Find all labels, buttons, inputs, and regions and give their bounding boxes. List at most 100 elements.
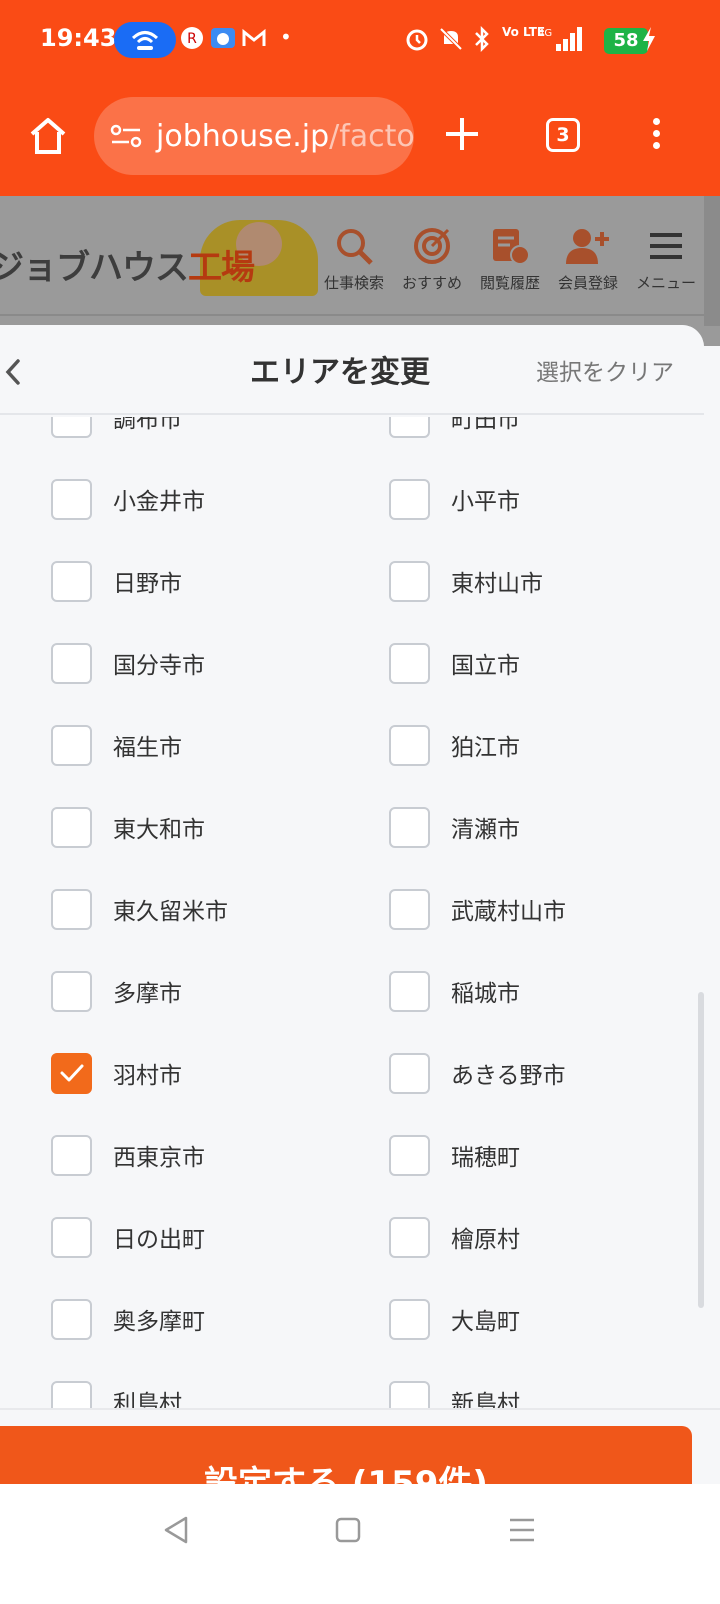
alarm-icon <box>404 26 430 60</box>
city-checkbox[interactable] <box>51 478 92 520</box>
nav-history[interactable]: 閲覧履歴 <box>470 222 550 293</box>
city-checkbox[interactable] <box>51 642 92 684</box>
city-checkbox[interactable] <box>51 1134 92 1176</box>
sheet-footer: 設定する (159件) <box>0 1408 720 1484</box>
city-name: 日野市 <box>113 571 182 597</box>
city-option[interactable]: 町田市 <box>389 417 520 458</box>
home-icon[interactable] <box>26 114 70 158</box>
clear-selection-button[interactable]: 選択をクリア <box>536 353 674 387</box>
search-icon <box>314 222 394 270</box>
site-logo[interactable]: ジョブハウス工場 <box>0 240 255 289</box>
city-name: 多摩市 <box>113 981 182 1007</box>
city-checkbox[interactable] <box>389 970 430 1012</box>
city-checkbox[interactable] <box>389 478 430 520</box>
city-name: 国立市 <box>451 653 520 679</box>
nav-recommend[interactable]: おすすめ <box>392 222 472 293</box>
status-bar: 19:43 R • Vo LTE 4G 58 <box>0 0 720 84</box>
city-checkbox[interactable] <box>51 1052 92 1094</box>
city-row: 小金井市 小平市 <box>0 458 704 540</box>
city-option[interactable]: 小平市 <box>389 458 520 540</box>
city-option[interactable]: 檜原村 <box>389 1196 520 1278</box>
target-icon <box>392 222 472 270</box>
city-checkbox[interactable] <box>389 1052 430 1094</box>
city-option[interactable]: あきる野市 <box>389 1032 566 1114</box>
city-checkbox[interactable] <box>389 888 430 930</box>
city-checkbox[interactable] <box>51 1298 92 1340</box>
city-option[interactable]: 瑞穂町 <box>389 1114 520 1196</box>
city-option[interactable]: 東村山市 <box>389 540 543 622</box>
city-option[interactable]: 武蔵村山市 <box>389 868 566 950</box>
city-checkbox[interactable] <box>51 1216 92 1258</box>
city-option[interactable]: 西東京市 <box>51 1114 205 1196</box>
city-checkbox[interactable] <box>51 417 92 438</box>
nav-menu[interactable]: メニュー <box>626 222 706 293</box>
city-name: 大島町 <box>451 1309 520 1335</box>
more-notifications-icon: • <box>280 25 292 49</box>
nav-recents-icon[interactable] <box>502 1510 542 1550</box>
city-option[interactable]: 小金井市 <box>51 458 205 540</box>
city-name: 武蔵村山市 <box>451 899 566 925</box>
city-checkbox[interactable] <box>389 1216 430 1258</box>
city-option[interactable]: 多摩市 <box>51 950 182 1032</box>
city-row: 多摩市 稲城市 <box>0 950 704 1032</box>
city-row: 日の出町 檜原村 <box>0 1196 704 1278</box>
url-text[interactable]: jobhouse.jp/facto <box>156 119 414 154</box>
city-checkbox[interactable] <box>389 1134 430 1176</box>
page-scrollbar <box>704 196 720 326</box>
hotspot-icon <box>114 22 176 58</box>
address-bar[interactable]: jobhouse.jp/facto <box>94 97 414 175</box>
svg-text:R: R <box>187 31 197 47</box>
city-option[interactable]: 清瀬市 <box>389 786 520 868</box>
list-scrollbar[interactable] <box>698 992 704 1308</box>
history-icon <box>470 222 550 270</box>
apply-button[interactable]: 設定する (159件) <box>0 1426 692 1484</box>
city-name: 清瀬市 <box>451 817 520 843</box>
city-option[interactable]: 狛江市 <box>389 704 520 786</box>
city-checkbox[interactable] <box>51 888 92 930</box>
new-tab-icon[interactable] <box>444 110 480 161</box>
city-option[interactable]: 国立市 <box>389 622 520 704</box>
nav-register[interactable]: 会員登録 <box>548 222 628 293</box>
city-checkbox[interactable] <box>389 724 430 766</box>
city-checkbox[interactable] <box>51 806 92 848</box>
city-checkbox[interactable] <box>389 560 430 602</box>
gmail-icon <box>242 26 266 56</box>
system-nav-bar <box>0 1484 720 1604</box>
city-option[interactable]: 奥多摩町 <box>51 1278 205 1360</box>
city-name: 町田市 <box>451 417 520 433</box>
mute-icon <box>438 26 464 60</box>
city-name: あきる野市 <box>451 1063 566 1089</box>
svg-text:4G: 4G <box>538 28 552 39</box>
city-option[interactable]: 日野市 <box>51 540 182 622</box>
city-option[interactable]: 日の出町 <box>51 1196 205 1278</box>
nav-back-icon[interactable] <box>156 1510 196 1550</box>
city-checkbox[interactable] <box>389 1298 430 1340</box>
city-option[interactable]: 大島町 <box>389 1278 520 1360</box>
city-list: 調布市 町田市小金井市 小平市日野市 東村山市国分寺市 国立市福生市 狛江市東大和市 清瀬市… <box>0 417 704 1417</box>
city-name: 東久留米市 <box>113 899 228 925</box>
city-option[interactable]: 調布市 <box>51 417 182 458</box>
browser-chrome: 19:43 R • Vo LTE 4G 58 jobhouse.jp/facto… <box>0 0 720 196</box>
city-checkbox[interactable] <box>51 970 92 1012</box>
nav-label: メニュー <box>635 274 696 292</box>
city-name: 福生市 <box>113 735 182 761</box>
city-option[interactable]: 東大和市 <box>51 786 205 868</box>
city-checkbox[interactable] <box>389 417 430 438</box>
city-option[interactable]: 稲城市 <box>389 950 520 1032</box>
city-option[interactable]: 福生市 <box>51 704 182 786</box>
nav-job-search[interactable]: 仕事検索 <box>314 222 394 293</box>
more-options-icon[interactable] <box>650 118 662 154</box>
city-option[interactable]: 羽村市 <box>51 1032 182 1114</box>
city-option[interactable]: 東久留米市 <box>51 868 228 950</box>
city-checkbox[interactable] <box>389 806 430 848</box>
city-option[interactable]: 国分寺市 <box>51 622 205 704</box>
city-checkbox[interactable] <box>51 724 92 766</box>
city-checkbox[interactable] <box>389 642 430 684</box>
city-checkbox[interactable] <box>51 560 92 602</box>
city-row: 福生市 狛江市 <box>0 704 704 786</box>
weather-icon <box>210 26 236 58</box>
tab-switcher-button[interactable]: 3 <box>546 118 580 152</box>
city-row: 調布市 町田市 <box>0 417 704 458</box>
site-settings-icon[interactable] <box>110 123 142 149</box>
nav-home-icon[interactable] <box>328 1510 368 1550</box>
